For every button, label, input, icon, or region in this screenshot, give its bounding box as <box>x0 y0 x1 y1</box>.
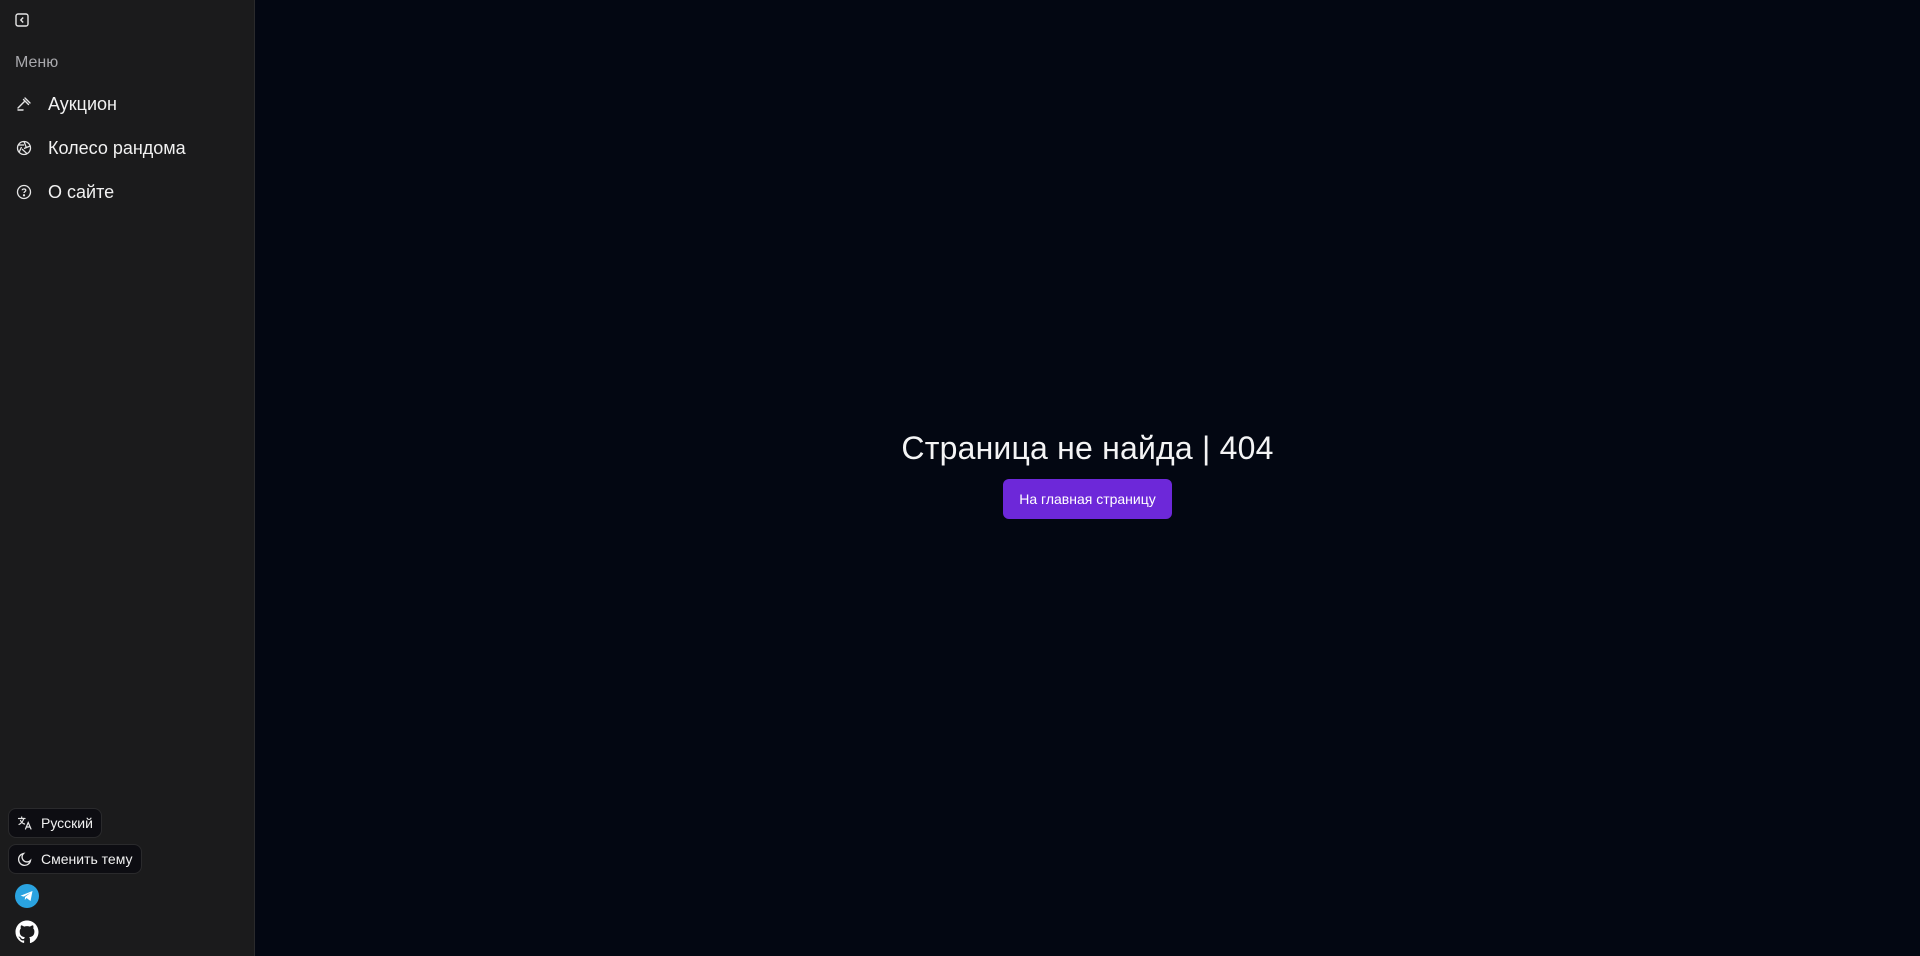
github-icon[interactable] <box>15 920 39 944</box>
language-button[interactable]: Русский <box>8 808 102 838</box>
sidebar-footer: Русский Сменить тему <box>8 808 142 956</box>
sidebar-item-auction[interactable]: Аукцион <box>0 82 254 126</box>
sidebar-item-label: О сайте <box>48 181 115 202</box>
help-circle-icon <box>16 184 32 200</box>
sidebar: Меню Аукцион Колесо рандома О сайте Русс… <box>0 0 255 956</box>
sidebar-item-label: Аукцион <box>48 93 117 114</box>
sidebar-item-about[interactable]: О сайте <box>0 170 254 214</box>
menu-heading: Меню <box>15 54 59 71</box>
sidebar-nav: Аукцион Колесо рандома О сайте <box>0 82 254 214</box>
sidebar-item-label: Колесо рандома <box>48 137 186 158</box>
app: Меню Аукцион Колесо рандома О сайте Русс… <box>0 0 1920 956</box>
collapse-left-icon <box>15 12 29 32</box>
page-title: Страница не найда | 404 <box>901 430 1274 466</box>
sidebar-item-random-wheel[interactable]: Колесо рандома <box>0 126 254 170</box>
collapse-sidebar-button[interactable] <box>14 12 30 32</box>
theme-label: Сменить тему <box>41 851 133 867</box>
home-button[interactable]: На главная страницу <box>1003 479 1172 519</box>
language-label: Русский <box>41 815 93 831</box>
main-content: Страница не найда | 404 На главная стран… <box>255 0 1920 956</box>
theme-toggle-button[interactable]: Сменить тему <box>8 844 142 874</box>
moon-icon <box>17 851 33 867</box>
social-links <box>15 884 142 944</box>
aperture-icon <box>16 140 32 156</box>
telegram-icon[interactable] <box>15 884 39 908</box>
gavel-icon <box>16 96 32 112</box>
not-found-panel: Страница не найда | 404 На главная стран… <box>255 430 1920 519</box>
translate-icon <box>17 815 33 831</box>
